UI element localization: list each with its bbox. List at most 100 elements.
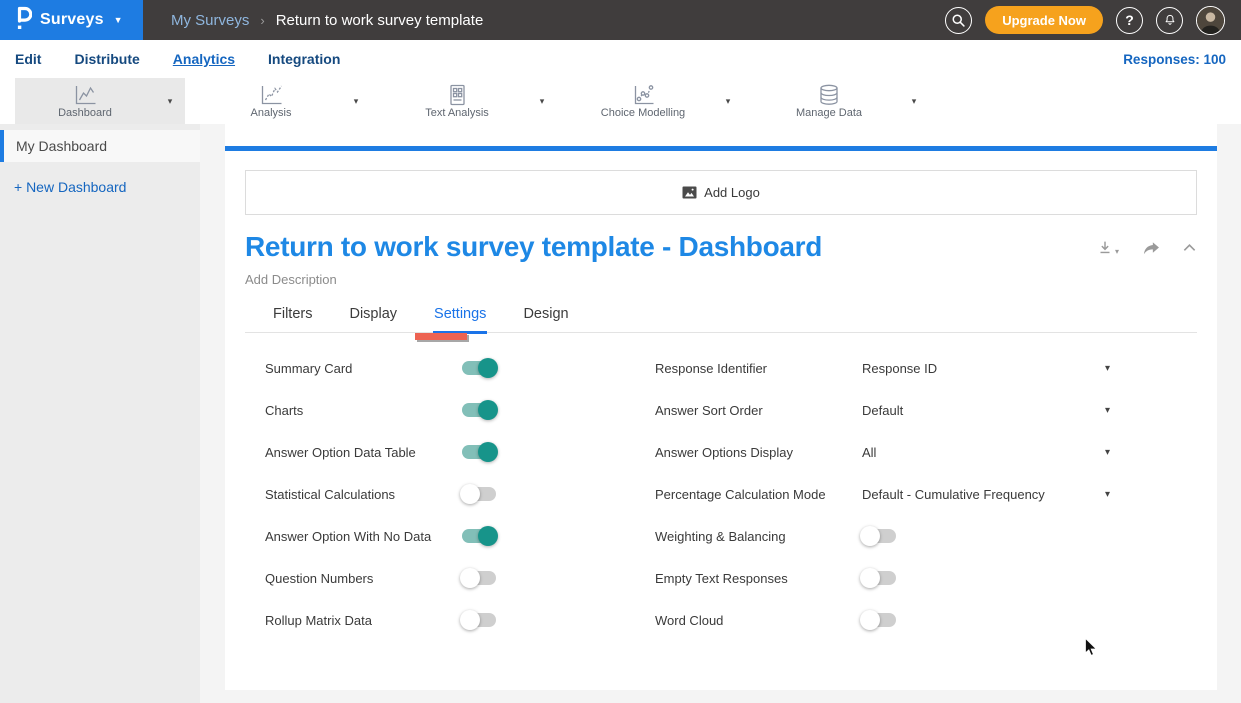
- breadcrumb: My Surveys › Return to work survey templ…: [171, 0, 483, 40]
- setting-row-weighting-balancing: Weighting & Balancing: [655, 515, 1110, 557]
- percentage-calculation-mode-select[interactable]: Default - Cumulative Frequency: [862, 487, 1105, 502]
- toolbar-item-manage-data[interactable]: Manage Data ▾: [759, 78, 929, 124]
- search-icon: [951, 13, 966, 28]
- setting-row-response-identifier: Response Identifier Response ID ▾: [655, 347, 1110, 389]
- line-chart-icon: [72, 83, 99, 107]
- setting-row-word-cloud: Word Cloud: [655, 599, 1110, 641]
- word-cloud-toggle[interactable]: [862, 613, 896, 627]
- setting-row-answer-option-no-data: Answer Option With No Data: [265, 515, 655, 557]
- breadcrumb-my-surveys[interactable]: My Surveys: [171, 12, 249, 29]
- choice-modelling-caret-icon[interactable]: ▾: [713, 78, 743, 124]
- tab-filters[interactable]: Filters: [272, 306, 313, 334]
- statistical-calculations-toggle[interactable]: [462, 487, 496, 501]
- summary-card-toggle[interactable]: [462, 361, 496, 375]
- answer-options-display-select[interactable]: All: [862, 445, 1105, 460]
- sidebar-gutter: [200, 124, 225, 703]
- responses-count[interactable]: Responses: 100: [1123, 52, 1226, 67]
- survey-nav: Edit Distribute Analytics Integration Re…: [0, 40, 1241, 78]
- trend-chart-icon: [258, 83, 285, 107]
- download-button[interactable]: ▾: [1096, 239, 1119, 256]
- charts-toggle[interactable]: [462, 403, 496, 417]
- tab-design[interactable]: Design: [522, 306, 569, 334]
- bell-icon: [1163, 13, 1177, 27]
- image-icon: [682, 186, 697, 199]
- toolbar-item-analysis[interactable]: Analysis ▾: [201, 78, 371, 124]
- question-numbers-toggle[interactable]: [462, 571, 496, 585]
- nav-item-edit[interactable]: Edit: [15, 51, 41, 67]
- toolbar-item-choice-modelling[interactable]: Choice Modelling ▾: [573, 78, 743, 124]
- dashboard-caret-icon[interactable]: ▾: [155, 78, 185, 124]
- weighting-balancing-toggle[interactable]: [862, 529, 896, 543]
- response-identifier-caret-icon[interactable]: ▾: [1105, 363, 1110, 374]
- upgrade-now-button[interactable]: Upgrade Now: [985, 6, 1103, 34]
- answer-options-display-caret-icon[interactable]: ▾: [1105, 447, 1110, 458]
- brand-menu[interactable]: Surveys ▼: [0, 0, 143, 40]
- nav-item-integration[interactable]: Integration: [268, 51, 340, 67]
- nav-item-analytics[interactable]: Analytics: [173, 51, 235, 67]
- chevron-up-icon: [1182, 242, 1197, 253]
- avatar-photo: [1197, 7, 1224, 34]
- breadcrumb-separator-icon: ›: [260, 13, 264, 28]
- settings-toggle-column: Summary Card Charts Answer Option Data T…: [265, 347, 655, 641]
- questionpro-logo-icon: [15, 5, 32, 36]
- setting-row-question-numbers: Question Numbers: [265, 557, 655, 599]
- download-icon: [1096, 239, 1114, 256]
- document-grid-icon: [444, 83, 470, 107]
- notifications-button[interactable]: [1156, 7, 1183, 34]
- answer-sort-order-select[interactable]: Default: [862, 403, 1105, 418]
- help-button[interactable]: ?: [1116, 7, 1143, 34]
- analysis-caret-icon[interactable]: ▾: [341, 78, 371, 124]
- add-logo-label: Add Logo: [704, 185, 760, 200]
- response-identifier-select[interactable]: Response ID: [862, 361, 1105, 376]
- breadcrumb-current-page: Return to work survey template: [276, 12, 484, 29]
- tab-display[interactable]: Display: [348, 306, 398, 334]
- sidebar-item-my-dashboard[interactable]: My Dashboard: [0, 130, 200, 162]
- content-area: My Dashboard + New Dashboard Add Logo Re…: [0, 124, 1241, 703]
- brand-product-name: Surveys: [40, 11, 104, 29]
- user-avatar[interactable]: [1196, 6, 1225, 35]
- scatter-chart-icon: [630, 83, 657, 107]
- rollup-matrix-data-toggle[interactable]: [462, 613, 496, 627]
- collapse-button[interactable]: [1182, 242, 1197, 253]
- setting-row-percentage-calculation-mode: Percentage Calculation Mode Default - Cu…: [655, 473, 1110, 515]
- setting-row-empty-text-responses: Empty Text Responses: [655, 557, 1110, 599]
- answer-option-data-table-toggle[interactable]: [462, 445, 496, 459]
- setting-row-charts: Charts: [265, 389, 655, 431]
- answer-sort-order-caret-icon[interactable]: ▾: [1105, 405, 1110, 416]
- settings-tabs: Filters Display Settings Design: [245, 306, 1197, 333]
- question-mark-icon: ?: [1125, 12, 1134, 28]
- text-analysis-caret-icon[interactable]: ▾: [527, 78, 557, 124]
- share-button[interactable]: [1141, 240, 1160, 256]
- empty-text-responses-toggle[interactable]: [862, 571, 896, 585]
- search-button[interactable]: [945, 7, 972, 34]
- analytics-toolbar: Dashboard ▾ Analysis ▾ Text Analysis ▾: [0, 78, 1241, 124]
- settings-tab-highlight-annotation: [415, 333, 467, 340]
- new-dashboard-button[interactable]: + New Dashboard: [14, 179, 200, 195]
- setting-row-answer-sort-order: Answer Sort Order Default ▾: [655, 389, 1110, 431]
- settings-dropdown-column: Response Identifier Response ID ▾ Answer…: [655, 347, 1110, 641]
- dashboard-panel: Add Logo Return to work survey template …: [225, 124, 1217, 690]
- brand-caret-icon: ▼: [114, 15, 123, 25]
- toolbar-item-text-analysis[interactable]: Text Analysis ▾: [387, 78, 557, 124]
- toolbar-item-dashboard[interactable]: Dashboard ▾: [15, 78, 185, 124]
- nav-item-distribute[interactable]: Distribute: [74, 51, 139, 67]
- add-logo-dropzone[interactable]: Add Logo: [245, 170, 1197, 215]
- accent-bar: [225, 146, 1217, 151]
- title-row: Return to work survey template - Dashboa…: [245, 231, 1197, 263]
- dashboard-sidebar: My Dashboard + New Dashboard: [0, 124, 200, 703]
- database-icon: [816, 83, 842, 107]
- setting-row-answer-option-data-table: Answer Option Data Table: [265, 431, 655, 473]
- settings-grid: Summary Card Charts Answer Option Data T…: [245, 347, 1197, 641]
- header-actions: Upgrade Now ?: [945, 0, 1241, 40]
- manage-data-caret-icon[interactable]: ▾: [899, 78, 929, 124]
- answer-option-no-data-toggle[interactable]: [462, 529, 496, 543]
- setting-row-answer-options-display: Answer Options Display All ▾: [655, 431, 1110, 473]
- percentage-calculation-mode-caret-icon[interactable]: ▾: [1105, 489, 1110, 500]
- setting-row-rollup-matrix-data: Rollup Matrix Data: [265, 599, 655, 641]
- setting-row-summary-card: Summary Card: [265, 347, 655, 389]
- page-title: Return to work survey template - Dashboa…: [245, 231, 822, 263]
- add-description-field[interactable]: Add Description: [245, 272, 1197, 287]
- tab-settings[interactable]: Settings: [433, 306, 487, 334]
- share-arrow-icon: [1141, 240, 1160, 256]
- top-header: Surveys ▼ My Surveys › Return to work su…: [0, 0, 1241, 40]
